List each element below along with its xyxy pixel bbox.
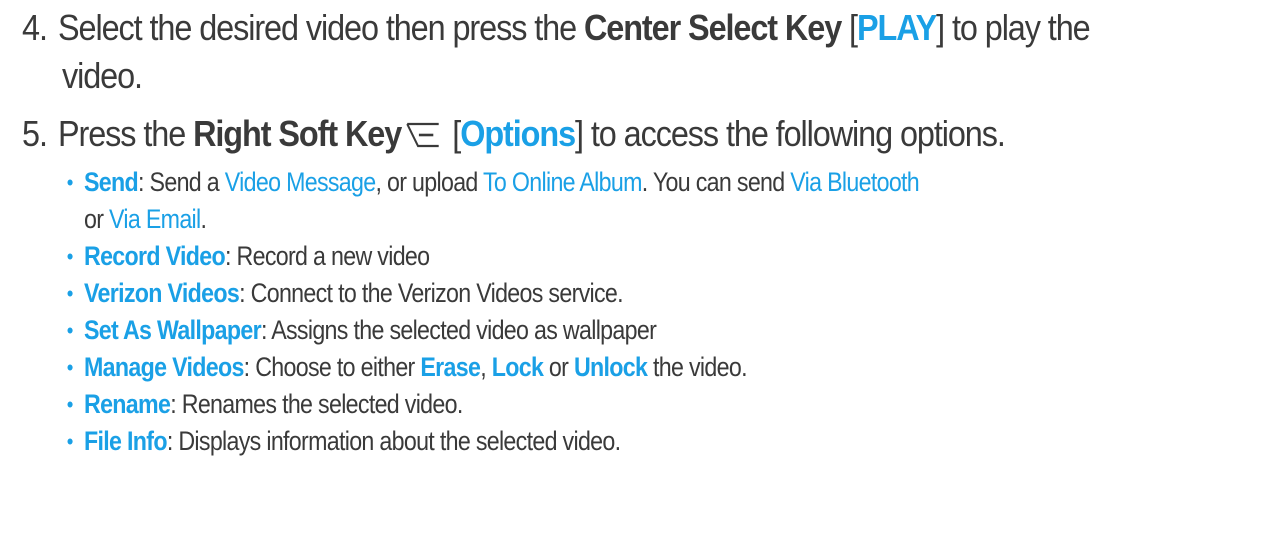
- erase-label: Erase: [420, 352, 481, 382]
- option-sep: :: [243, 352, 256, 382]
- option-desc: the video.: [647, 352, 748, 382]
- option-sep: :: [239, 278, 251, 308]
- option-label: Send: [84, 167, 139, 197]
- bullet-dot: •: [66, 318, 74, 343]
- option-label: Set As Wallpaper: [84, 315, 262, 345]
- option-desc: Connect to the Verizon Videos service.: [250, 278, 624, 308]
- bullet-dot: •: [66, 355, 74, 380]
- options-list: • Send: Send a Video Message, or upload T…: [67, 165, 1055, 461]
- bullet-dot: •: [66, 281, 74, 306]
- step-number: 4.: [22, 7, 48, 48]
- option-label: Record Video: [84, 241, 226, 271]
- option-label: Rename: [84, 389, 171, 419]
- option-sep: :: [166, 426, 179, 456]
- right-soft-key-icon: [405, 114, 441, 162]
- list-item-rename: • Rename: Renames the selected video.: [67, 387, 919, 424]
- lock-label: Lock: [491, 352, 544, 382]
- option-label: Manage Videos: [84, 352, 244, 382]
- key-label: Options: [460, 113, 576, 154]
- send-via-bluetooth: Via Bluetooth: [790, 167, 920, 197]
- option-desc: Record a new video: [236, 241, 431, 271]
- send-text: Send a: [149, 167, 225, 197]
- step-4: 4. Select the desired video then press th…: [22, 4, 1091, 52]
- send-online-album: To Online Album: [482, 167, 642, 197]
- step-text: Select the desired video then press the: [58, 7, 584, 48]
- list-item-manage-videos: • Manage Videos: Choose to either Erase, …: [67, 350, 919, 387]
- bullet-dot: •: [66, 392, 74, 417]
- send-via-email: Via Email: [109, 204, 201, 234]
- option-desc: Assigns the selected video as wallpaper: [271, 315, 657, 345]
- bullet-dot: •: [66, 170, 74, 195]
- list-item-record-video: • Record Video: Record a new video: [67, 239, 919, 276]
- bullet-dot: •: [66, 244, 74, 269]
- send-text: .: [200, 204, 207, 234]
- send-text: or: [84, 204, 110, 234]
- option-sep: :: [224, 241, 237, 271]
- option-sep: :: [170, 389, 182, 419]
- send-text: . You can send: [641, 167, 791, 197]
- bracket-open: [: [444, 113, 461, 154]
- step-text-cont: video.: [62, 55, 143, 96]
- option-desc: Displays information about the selected …: [178, 426, 621, 456]
- option-label: Verizon Videos: [84, 278, 240, 308]
- list-item-set-as-wallpaper: • Set As Wallpaper: Assigns the selected …: [67, 313, 919, 350]
- step-number: 5.: [22, 113, 48, 154]
- key-name: Right Soft Key: [193, 113, 402, 154]
- bracket-open: [: [841, 7, 858, 48]
- unlock-label: Unlock: [573, 352, 648, 382]
- step-5: 5. Press the Right Soft Key [Options] to …: [22, 110, 1006, 162]
- option-desc: ,: [480, 352, 492, 382]
- option-desc: or: [543, 352, 574, 382]
- option-sep: :: [260, 315, 272, 345]
- send-video-message: Video Message: [224, 167, 376, 197]
- list-item-file-info: • File Info: Displays information about t…: [67, 424, 919, 461]
- option-label: File Info: [84, 426, 168, 456]
- send-text: , or upload: [375, 167, 483, 197]
- option-desc: Choose to either: [255, 352, 421, 382]
- step-4-continued: video.: [62, 52, 143, 100]
- step-text-tail: to play the: [944, 7, 1091, 48]
- option-sep: :: [138, 167, 150, 197]
- key-label: PLAY: [856, 7, 937, 48]
- bracket-close: ]: [936, 7, 945, 48]
- step-text-tail: to access the following options.: [582, 113, 1006, 154]
- option-desc: Renames the selected video.: [181, 389, 464, 419]
- list-item-send-continued: or Via Email.: [84, 202, 919, 239]
- bullet-dot: •: [66, 429, 74, 454]
- step-text: Press the: [58, 113, 194, 154]
- key-name: Center Select Key: [583, 7, 842, 48]
- list-item-verizon-videos: • Verizon Videos: Connect to the Verizon …: [67, 276, 919, 313]
- manual-page: 4. Select the desired video then press th…: [0, 0, 1269, 535]
- list-item-send: • Send: Send a Video Message, or upload T…: [67, 165, 920, 202]
